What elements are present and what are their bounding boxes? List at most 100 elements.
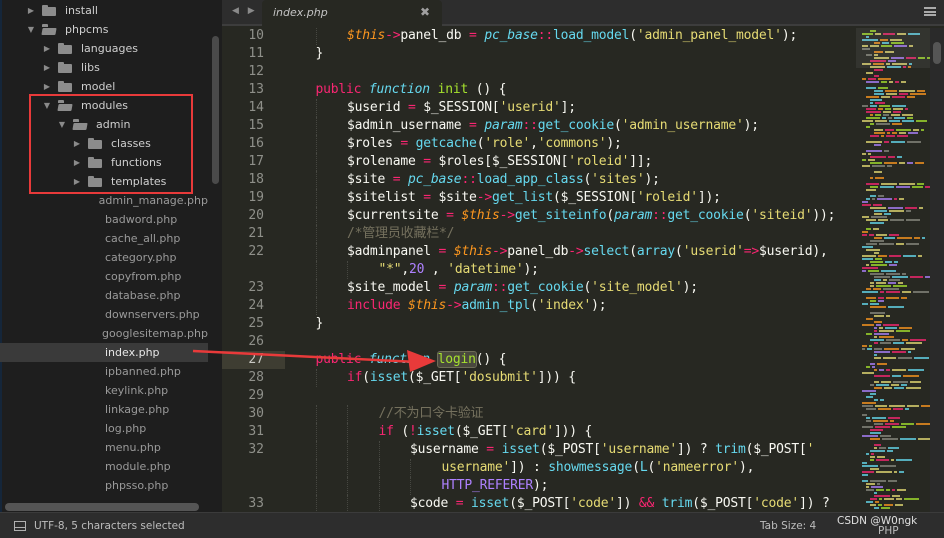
minimap-stroke xyxy=(862,120,873,122)
minimap-stroke xyxy=(889,210,904,212)
minimap-stroke xyxy=(870,306,886,308)
minimap-stroke xyxy=(878,87,888,89)
file-item[interactable]: ipbanned.php xyxy=(0,362,208,381)
code-line[interactable]: $userid = $_SESSION['userid']; xyxy=(347,99,576,117)
file-item[interactable]: phpsso.php xyxy=(0,476,208,495)
chevron-right-icon[interactable]: ▶ xyxy=(26,6,36,15)
file-item[interactable]: module.php xyxy=(0,457,208,476)
editor-scrollbar-thumb[interactable] xyxy=(933,42,941,64)
folder-item[interactable]: ▶ install xyxy=(0,1,208,20)
minimap-stroke xyxy=(874,351,890,353)
folder-item[interactable]: ▶ libs xyxy=(0,58,208,77)
code-line[interactable]: $username = isset($_POST['username']) ? … xyxy=(410,441,815,459)
code-line[interactable]: if(isset($_GET['dosubmit'])) { xyxy=(347,369,576,387)
code-token: ($_POST[ xyxy=(692,496,754,511)
code-line[interactable]: $adminpanel = $this->panel_db->select(ar… xyxy=(347,243,828,261)
minimap-stroke xyxy=(866,141,882,143)
minimap-stroke xyxy=(862,471,874,473)
minimap-stroke xyxy=(905,207,917,209)
panel-toggle-icon[interactable] xyxy=(14,521,26,531)
code-line[interactable]: $site = pc_base::load_app_class('sites')… xyxy=(347,171,660,189)
code-token: ( xyxy=(583,280,592,295)
code-line[interactable]: include $this->admin_tpl('index'); xyxy=(347,297,607,315)
tab-size-indicator[interactable]: Tab Size: 4 xyxy=(760,520,816,532)
code-line[interactable]: //不为口令卡验证 xyxy=(379,405,484,423)
file-item[interactable]: downservers.php xyxy=(0,305,208,324)
code-line[interactable]: if (!isset($_GET['card'])) { xyxy=(379,423,593,441)
editor-scrollbar-track[interactable] xyxy=(930,28,944,512)
sidebar-horizontal-scrollbar[interactable] xyxy=(5,503,199,511)
tab-index-php[interactable]: index.php ✖ xyxy=(262,0,442,26)
file-item[interactable]: index.php xyxy=(0,343,208,362)
code-line[interactable]: public function login() { xyxy=(316,351,506,369)
indent-guide xyxy=(315,28,317,45)
folder-item[interactable]: ▶ languages xyxy=(0,39,208,58)
minimap-stroke xyxy=(862,474,868,476)
code-line[interactable]: public function init () { xyxy=(316,81,507,99)
chevron-right-icon[interactable]: ▶ xyxy=(42,63,52,72)
code-line[interactable]: $sitelist = $site->get_list($_SESSION['r… xyxy=(347,189,721,207)
code-line[interactable]: HTTP_REFERER); xyxy=(442,477,549,495)
file-item[interactable]: copyfrom.php xyxy=(0,267,208,286)
code-token: 'admin_username' xyxy=(621,118,744,133)
file-item[interactable]: googlesitemap.php xyxy=(0,324,208,343)
file-item[interactable]: category.php xyxy=(0,248,208,267)
sidebar-vertical-scrollbar[interactable] xyxy=(212,36,219,184)
line-number: 21 xyxy=(248,226,264,241)
hamburger-menu-icon[interactable] xyxy=(924,7,936,16)
file-item[interactable]: badword.php xyxy=(0,210,208,229)
code-token: $this xyxy=(453,244,492,259)
tab-nav-arrows-icon[interactable]: ◀ ▶ xyxy=(232,6,258,16)
code-line[interactable]: $code = isset($_POST['code']) && trim($_… xyxy=(410,495,830,512)
minimap-stroke xyxy=(866,249,880,251)
minimap-stroke xyxy=(885,108,891,110)
code-token: ]); xyxy=(697,190,721,205)
minimap-stroke xyxy=(874,375,890,377)
minimap-stroke xyxy=(866,486,869,488)
code-line[interactable]: "*",20 , 'datetime'); xyxy=(379,261,539,279)
file-item[interactable]: cache_all.php xyxy=(0,229,208,248)
code-line[interactable]: /*管理员收藏栏*/ xyxy=(347,225,455,243)
code-line[interactable]: $currentsite = $this->get_siteinfo(param… xyxy=(347,207,835,225)
folder-icon xyxy=(58,43,72,54)
tree-item-label: downservers.php xyxy=(105,308,200,321)
minimap-stroke xyxy=(892,369,906,371)
chevron-right-icon[interactable]: ▶ xyxy=(42,82,52,91)
indent-guide xyxy=(315,423,317,441)
indent-guide xyxy=(378,495,380,512)
minimap-stroke xyxy=(906,243,919,245)
minimap-stroke xyxy=(921,405,930,407)
code-token: ])) { xyxy=(537,370,576,385)
code-token: ( xyxy=(675,244,683,259)
close-icon[interactable]: ✖ xyxy=(420,5,430,19)
minimap-stroke xyxy=(862,462,867,464)
file-item[interactable]: keylink.php xyxy=(0,381,208,400)
tree-item-label: menu.php xyxy=(105,441,161,454)
code-editor[interactable]: 10 $this->panel_db = pc_base::load_model(… xyxy=(222,28,856,512)
code-line[interactable]: $this->panel_db = pc_base::load_model('a… xyxy=(347,28,797,45)
code-line[interactable]: username']) : showmessage(L('nameerror')… xyxy=(442,459,755,477)
minimap-stroke xyxy=(868,78,876,80)
file-item[interactable]: linkage.php xyxy=(0,400,208,419)
file-item[interactable]: menu.php xyxy=(0,438,208,457)
code-line[interactable]: } xyxy=(316,315,324,333)
minimap-stroke xyxy=(885,90,897,92)
folder-item[interactable]: ▼ phpcms xyxy=(0,20,208,39)
file-item[interactable]: database.php xyxy=(0,286,208,305)
chevron-down-icon[interactable]: ▼ xyxy=(26,25,36,34)
code-line[interactable]: } xyxy=(316,45,324,63)
minimap-stroke xyxy=(866,297,876,299)
code-line[interactable]: $admin_username = param::get_cookie('adm… xyxy=(347,117,759,135)
code-line[interactable]: $site_model = param::get_cookie('site_mo… xyxy=(347,279,698,297)
code-line[interactable]: $roles = getcache('role','commons'); xyxy=(347,135,622,153)
tree-item-label: log.php xyxy=(105,422,147,435)
minimap-stroke xyxy=(870,177,873,179)
chevron-right-icon[interactable]: ▶ xyxy=(42,44,52,53)
indent-guide xyxy=(315,99,317,117)
code-line[interactable]: $rolename = $roles[$_SESSION['roleid']]; xyxy=(347,153,652,171)
minimap-viewport[interactable] xyxy=(856,28,930,68)
file-item[interactable]: log.php xyxy=(0,419,208,438)
minimap-stroke xyxy=(901,423,914,425)
code-token: , xyxy=(401,262,410,277)
code-token: 'dosubmit' xyxy=(461,370,538,385)
